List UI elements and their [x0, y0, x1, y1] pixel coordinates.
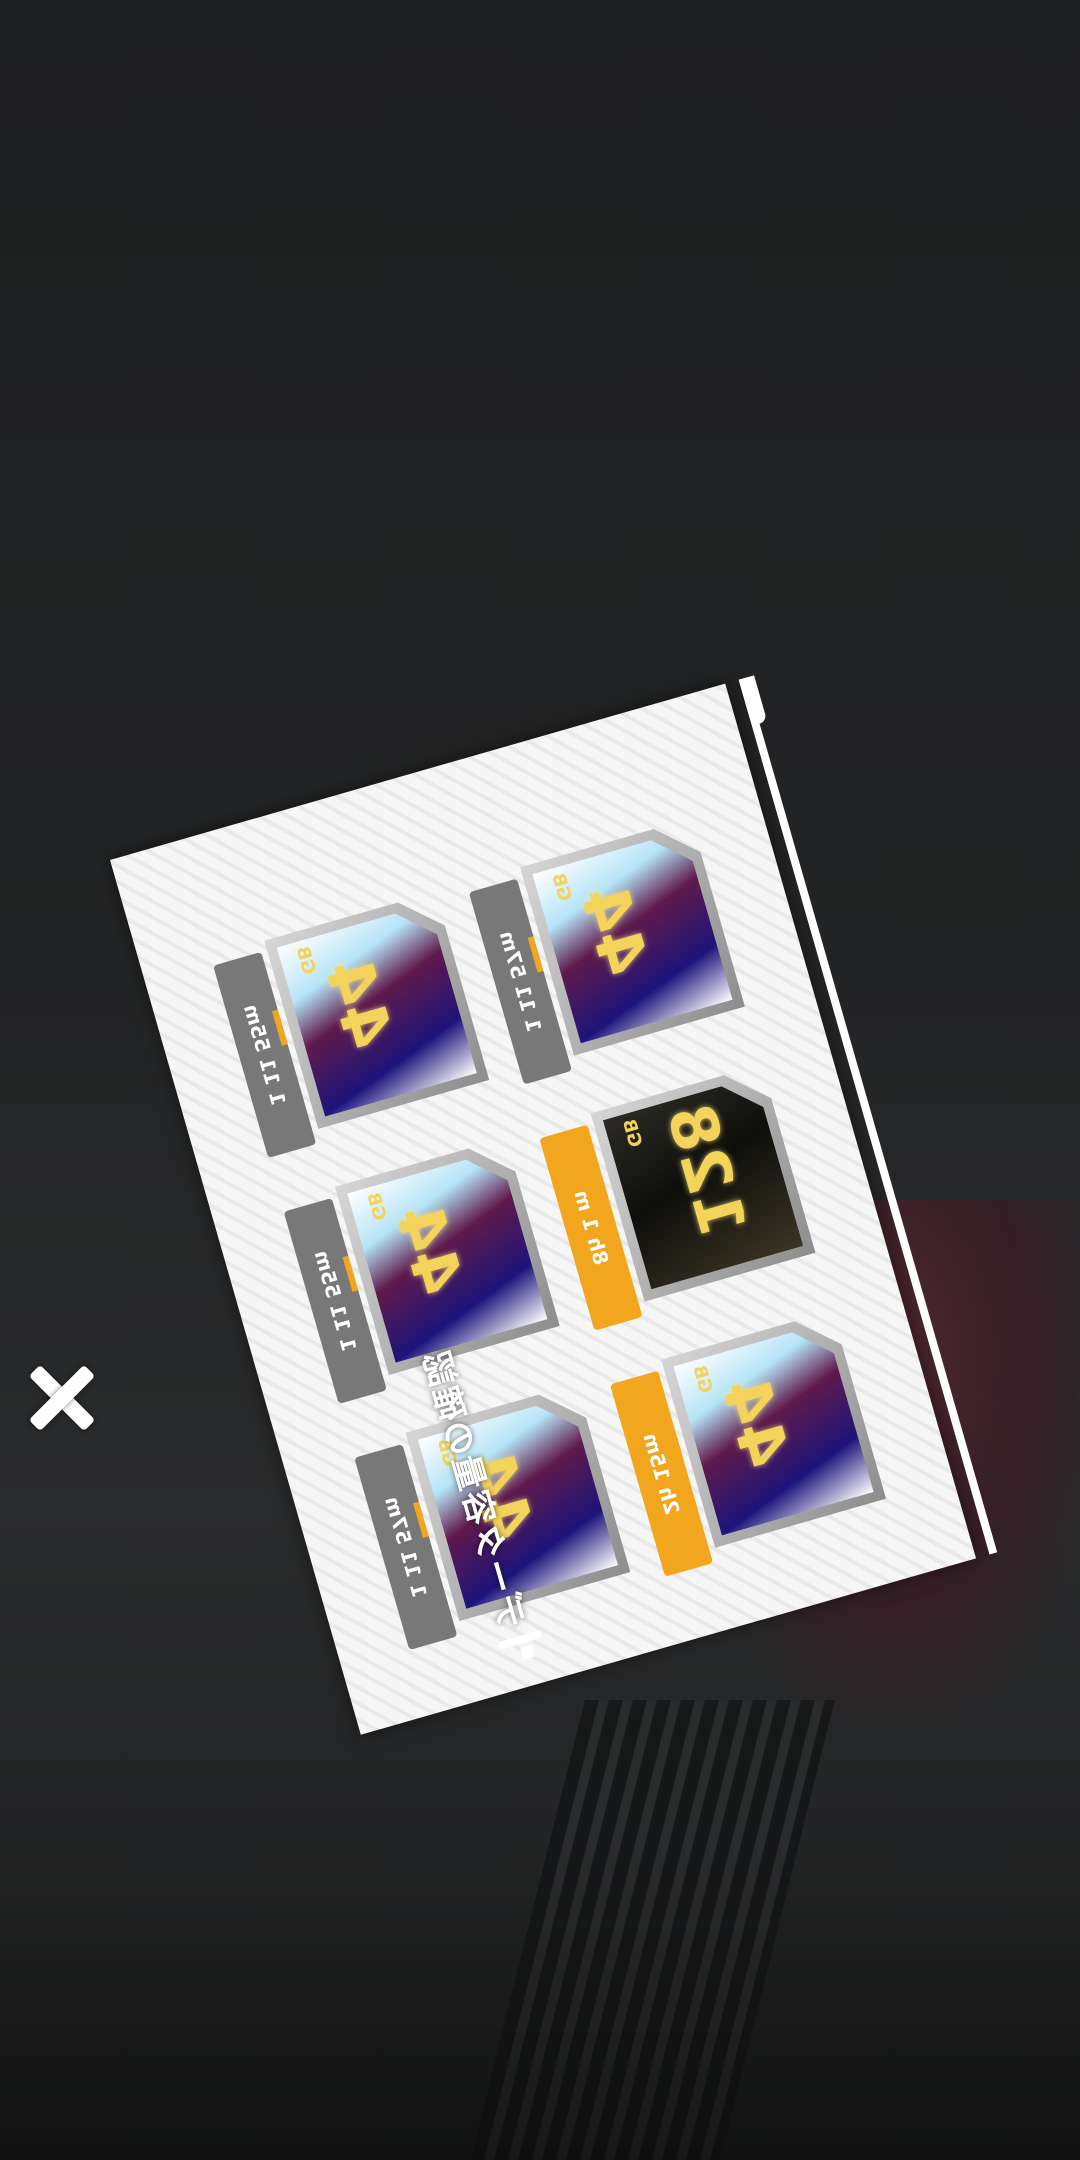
close-icon[interactable]: [22, 1358, 102, 1438]
card-face: GB 44: [277, 904, 477, 1117]
card-value: 44: [565, 877, 662, 984]
card-unit: GB: [617, 1116, 646, 1150]
card-time-label: 8h 1 m: [568, 1187, 614, 1268]
card-value: 44: [380, 1197, 477, 1304]
card-value: 128: [651, 1096, 760, 1246]
card-face: GB 44: [673, 1323, 873, 1536]
card-time-label: 1 11 57m: [494, 928, 547, 1036]
card-time-label: 2h 15m: [638, 1430, 685, 1518]
card-value: 44: [706, 1370, 803, 1477]
card-face: GB 128: [603, 1077, 803, 1290]
card-face: GB 44: [532, 831, 732, 1044]
card-value: 44: [310, 951, 406, 1058]
background-floor: [0, 1850, 1080, 2160]
